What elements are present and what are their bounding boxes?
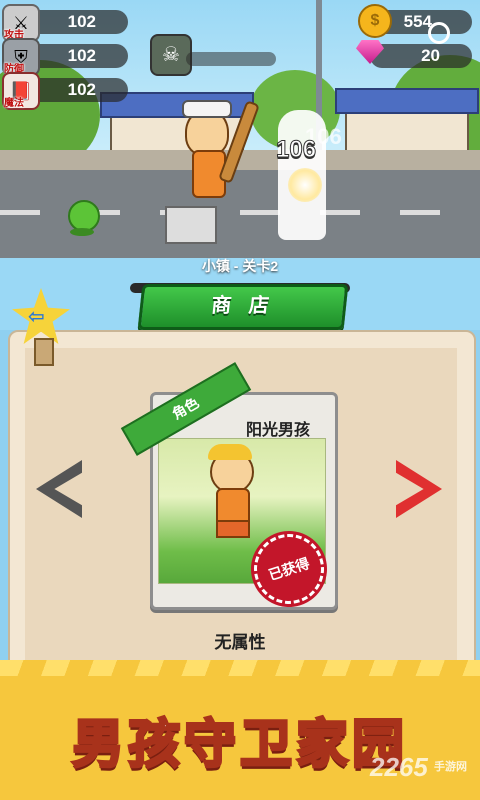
coin-icon: $: [358, 4, 392, 38]
damage-number: 106: [275, 136, 317, 164]
obtained-stamp-label: 已获得: [266, 554, 312, 584]
boss-progress-track: [186, 52, 276, 66]
shop-button[interactable]: 商 店: [137, 284, 349, 330]
newspaper-stack: [165, 206, 217, 244]
role-ribbon-label: 角色: [169, 394, 202, 423]
house-roof: [335, 88, 479, 114]
sign-post: [34, 338, 54, 366]
gems-value: 20: [421, 46, 440, 65]
gems-bar: 20: [370, 44, 472, 68]
back-arrow-icon: ⇦: [28, 306, 45, 328]
settings-ring-icon[interactable]: [428, 22, 450, 44]
magic-value: 102: [67, 80, 96, 99]
watermark-suffix: 手游网: [434, 761, 467, 773]
attack-value: 102: [67, 12, 96, 31]
shop-button-label: 商 店: [210, 295, 277, 317]
watermark-brand: 2265: [370, 752, 428, 782]
level-label: 小镇 - 关卡2: [201, 258, 279, 274]
banner-stripes: [0, 660, 480, 676]
attribute-text: 无属性: [214, 633, 266, 652]
boy-hair: [208, 444, 252, 460]
defense-value: 102: [67, 46, 96, 65]
plant-base: [70, 228, 94, 236]
magic-label: 魔法: [4, 98, 24, 109]
character-name: 阳光男孩: [245, 422, 310, 439]
hero-bandana: [182, 100, 232, 118]
hit-flash: [288, 168, 322, 202]
boy-shorts: [216, 520, 250, 538]
